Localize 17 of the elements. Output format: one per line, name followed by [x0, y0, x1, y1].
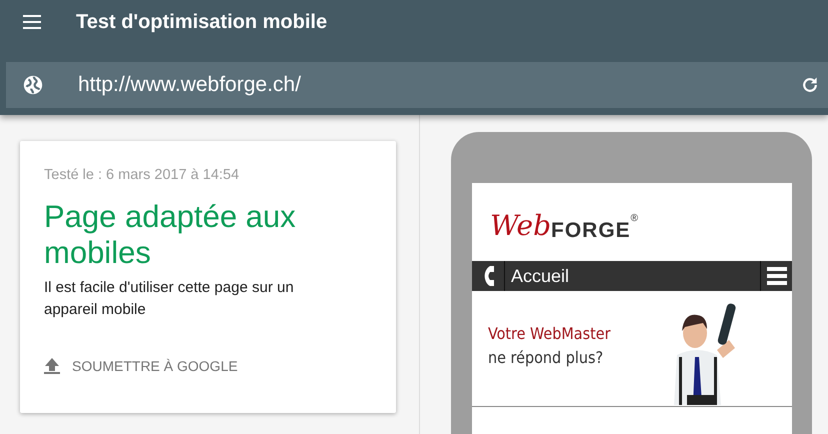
- hero-subline: ne répond plus?: [488, 346, 604, 368]
- url-bar[interactable]: http://www.webforge.ch/: [6, 62, 828, 108]
- registered-mark: ®: [630, 213, 638, 224]
- submit-button[interactable]: SOUMETTRE À GOOGLE: [44, 357, 238, 375]
- upload-icon: [44, 357, 60, 375]
- logo-word: FORGE: [551, 219, 631, 243]
- verdict-description: Il est facile d'utiliser cette page sur un appareil mobile: [44, 278, 295, 320]
- logo-script: Web: [490, 211, 551, 241]
- globe-icon: [22, 74, 44, 96]
- nav-label[interactable]: Accueil: [511, 266, 760, 286]
- app-title: Test d'optimisation mobile: [76, 10, 328, 34]
- test-date: Testé le : 6 mars 2017 à 14:54: [44, 167, 240, 183]
- url-field[interactable]: http://www.webforge.ch/: [78, 69, 800, 101]
- reload-icon[interactable]: [800, 75, 820, 95]
- verdict-heading: Page adaptée aux mobiles: [44, 199, 297, 271]
- menu-icon[interactable]: [766, 267, 786, 285]
- hero-headline: Votre WebMaster: [488, 322, 610, 344]
